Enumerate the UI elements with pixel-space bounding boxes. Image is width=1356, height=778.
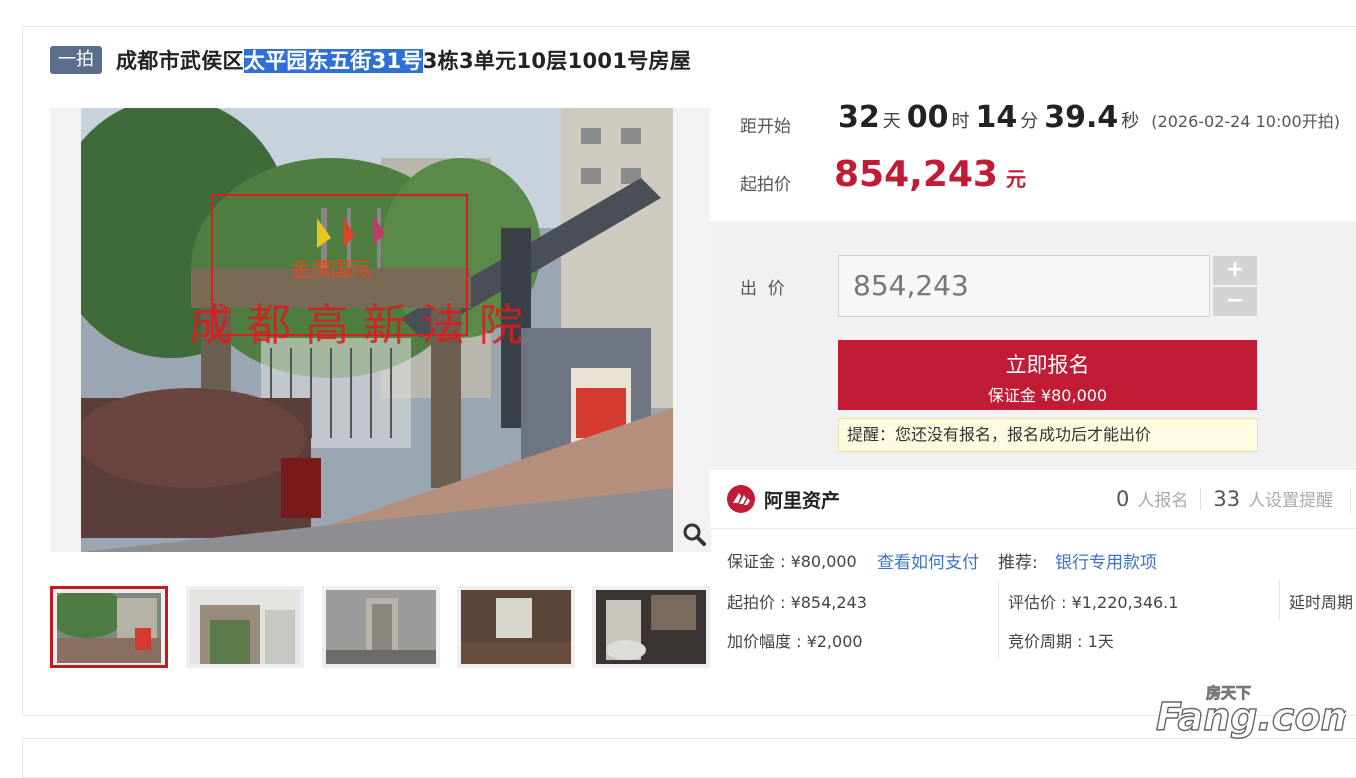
thumbnail-5[interactable] xyxy=(592,586,710,668)
start-price: 854,243 元 xyxy=(834,154,1026,195)
thumbnail-3[interactable] xyxy=(322,586,440,668)
countdown-hours: 00 xyxy=(906,100,949,135)
signup-count-label: 人报名 xyxy=(1137,491,1189,511)
bid-label: 出 价 xyxy=(740,279,785,299)
court-watermark-text: 成 都 高 新 法 院 xyxy=(189,300,523,351)
register-button-label: 立即报名 xyxy=(1005,353,1090,377)
countdown-timer: 32 天 00 时 14 分 39.4 秒 (2026-02-24 10:00开… xyxy=(838,100,1340,135)
increase-bid-button[interactable]: + xyxy=(1213,256,1257,285)
fang-watermark: 房天下 Fang.com xyxy=(1155,682,1356,742)
reminder-count: 33 xyxy=(1213,487,1241,511)
ali-assets-logo-icon xyxy=(727,485,755,513)
main-photo[interactable]: 金牌国际 成 都 高 新 法 院 xyxy=(50,108,710,552)
recommend-label: 推荐: xyxy=(998,553,1038,573)
hours-unit: 时 xyxy=(951,111,970,132)
start-price-unit: 元 xyxy=(1005,167,1026,191)
minutes-unit: 分 xyxy=(1020,111,1039,132)
stats-edge-divider xyxy=(1350,488,1351,514)
reminder-count-label: 人设置提醒 xyxy=(1248,491,1334,511)
page-title: 成都市武侯区太平园东五街31号3栋3单元10层1001号房屋 xyxy=(116,45,691,75)
bidding-cycle-info: 竞价周期 : 1天 xyxy=(1008,632,1114,651)
platform-name: 阿里资产 xyxy=(764,489,841,512)
start-price-label: 起拍价 xyxy=(740,175,791,195)
increment-info: 加价幅度 : ¥2,000 xyxy=(727,632,863,651)
title-row: 一拍 成都市武侯区太平园东五街31号3栋3单元10层1001号房屋 xyxy=(50,44,691,76)
thumbnail-1-image xyxy=(57,593,161,663)
countdown-label: 距开始 xyxy=(740,117,791,137)
deposit-amount-label: 保证金 ¥80,000 xyxy=(987,386,1108,405)
bank-account-link[interactable]: 银行专用款项 xyxy=(1055,548,1157,573)
thumbnail-1[interactable] xyxy=(50,586,168,668)
countdown-minutes: 14 xyxy=(975,100,1018,135)
title-prefix: 成都市武侯区 xyxy=(116,49,244,73)
thumbnail-4[interactable] xyxy=(457,586,575,668)
thumbnail-2[interactable] xyxy=(186,586,304,668)
seconds-unit: 秒 xyxy=(1121,111,1140,132)
magnifier-icon xyxy=(683,523,706,546)
bid-amount-input[interactable]: 854,243 xyxy=(838,255,1210,317)
start-time-note: (2026-02-24 10:00开拍) xyxy=(1151,112,1340,131)
fang-logo-icon: 房天下 Fang.com xyxy=(1155,684,1356,740)
platform-brand[interactable]: 阿里资产 xyxy=(726,484,840,514)
countdown-seconds: 39.4 xyxy=(1044,100,1119,135)
zoom-button[interactable] xyxy=(677,516,711,552)
how-to-pay-link[interactable]: 查看如何支付 xyxy=(877,548,979,573)
thumbnail-4-image xyxy=(461,590,571,664)
details-divider-1 xyxy=(998,580,999,660)
appraisal-info: 评估价 : ¥1,220,346.1 xyxy=(1008,593,1179,612)
stats-divider xyxy=(1200,487,1202,510)
watermark-main-text: Fang.com xyxy=(1156,695,1346,739)
deposit-info: 保证金 : ¥80,000 xyxy=(727,552,857,571)
countdown-days: 32 xyxy=(838,100,880,135)
auction-stats: 0 人报名 33 人设置提醒 xyxy=(1116,486,1333,511)
property-photo: 金牌国际 成 都 高 新 法 院 xyxy=(81,108,673,552)
title-selected-text: 太平园东五街31号 xyxy=(243,49,423,73)
title-suffix: 3栋3单元10层1001号房屋 xyxy=(422,49,692,73)
estate-sign-text: 金牌国际 xyxy=(291,257,371,281)
thumbnail-3-image xyxy=(326,590,436,664)
signup-count: 0 xyxy=(1116,487,1130,511)
next-section-card xyxy=(22,738,1356,778)
auction-round-tag: 一拍 xyxy=(50,46,102,74)
thumbnail-2-image xyxy=(190,590,300,664)
thumbnail-5-image xyxy=(596,590,706,664)
register-now-button[interactable]: 立即报名 保证金 ¥80,000 xyxy=(838,340,1257,410)
start-price-info: 起拍价 : ¥854,243 xyxy=(727,593,867,612)
delay-period-info: 延时周期 xyxy=(1289,593,1354,612)
details-divider-2 xyxy=(1279,580,1280,620)
section-divider xyxy=(710,528,1356,529)
start-price-value: 854,243 xyxy=(834,154,998,195)
registration-notice: 提醒：您还没有报名，报名成功后才能出价 xyxy=(838,418,1258,452)
decrease-bid-button[interactable]: − xyxy=(1213,287,1257,316)
days-unit: 天 xyxy=(882,111,901,132)
